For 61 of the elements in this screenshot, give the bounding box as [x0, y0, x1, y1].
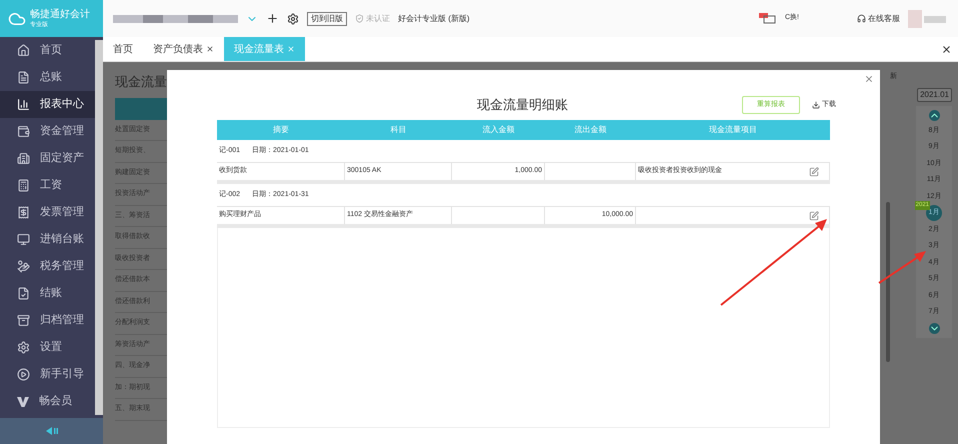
- column-header: 科目: [390, 124, 408, 136]
- page-title: 现金流量: [115, 73, 167, 91]
- edit-icon[interactable]: [809, 210, 819, 220]
- period-field[interactable]: 2021.01: [917, 88, 952, 102]
- headset-icon: [857, 14, 866, 23]
- sidebar-item[interactable]: 新手引导: [0, 361, 95, 388]
- asset-icon: [17, 152, 30, 165]
- scrollbar[interactable]: [886, 202, 890, 362]
- ledger-icon: [17, 71, 30, 84]
- sidebar-item[interactable]: 设置: [0, 334, 95, 361]
- sidebar-item[interactable]: 归档管理: [0, 307, 95, 334]
- product-name: 好会计专业版 (新版): [398, 12, 470, 24]
- closing-icon: [17, 287, 30, 300]
- service-link[interactable]: 在线客服: [857, 12, 900, 24]
- download-icon: [812, 101, 820, 109]
- annotation-arrow: [877, 249, 927, 285]
- archive-icon: [17, 314, 30, 327]
- money-icon: [17, 125, 30, 138]
- chart-icon: [17, 98, 30, 111]
- home-icon: [17, 44, 30, 57]
- salary-icon: [17, 179, 30, 192]
- column-header: 现金流量项目: [708, 124, 758, 136]
- sidebar-item[interactable]: 税务管理: [0, 253, 95, 280]
- blurred-avatar: [908, 10, 948, 28]
- guide-icon: [17, 368, 30, 381]
- tab[interactable]: 资产负债表: [143, 37, 224, 61]
- column-header: 流入金额: [482, 124, 516, 136]
- sidebar-item[interactable]: 报表中心: [0, 91, 95, 118]
- sidebar-item[interactable]: 资金管理: [0, 118, 95, 145]
- cert-status: 未认证: [355, 12, 390, 24]
- stock-icon: [17, 233, 30, 246]
- tab[interactable]: 首页: [103, 37, 143, 61]
- sidebar-item[interactable]: 结账: [0, 280, 95, 307]
- speaker-left-icon: [46, 427, 58, 435]
- v-shape-icon: [17, 396, 29, 408]
- scroll-up-icon[interactable]: [928, 110, 940, 120]
- plus-icon[interactable]: [266, 12, 279, 25]
- sidebar-item[interactable]: 发票管理: [0, 199, 95, 226]
- sidebar-item[interactable]: 首页: [0, 37, 95, 64]
- scrollbar[interactable]: [95, 40, 103, 415]
- table-header-bar: [115, 98, 167, 120]
- close-icon[interactable]: [206, 45, 214, 53]
- switch-version-button[interactable]: 切到旧版: [307, 12, 347, 26]
- sidebar-item[interactable]: 畅会员: [0, 388, 95, 415]
- column-header: 摘要: [272, 124, 290, 136]
- settings-icon: [17, 341, 30, 354]
- dialog-title: 现金流量明细账: [477, 96, 568, 114]
- sidebar-item[interactable]: 固定资产: [0, 145, 95, 172]
- invoice-icon: [17, 206, 30, 219]
- sidebar-item[interactable]: 总账: [0, 64, 95, 91]
- scroll-down-icon[interactable]: [928, 322, 940, 334]
- sidebar-item[interactable]: 进销台账: [0, 226, 95, 253]
- tax-icon: [17, 260, 30, 273]
- logo-name: 畅捷通好会计: [30, 10, 90, 20]
- settings-icon[interactable]: [287, 12, 299, 24]
- shield-icon: [355, 14, 364, 23]
- sidebar-item[interactable]: 工资: [0, 172, 95, 199]
- column-header: 流出金额: [574, 124, 608, 136]
- new-tv-icon[interactable]: [759, 13, 777, 24]
- close-icon[interactable]: [941, 44, 952, 54]
- edit-icon[interactable]: [809, 166, 819, 176]
